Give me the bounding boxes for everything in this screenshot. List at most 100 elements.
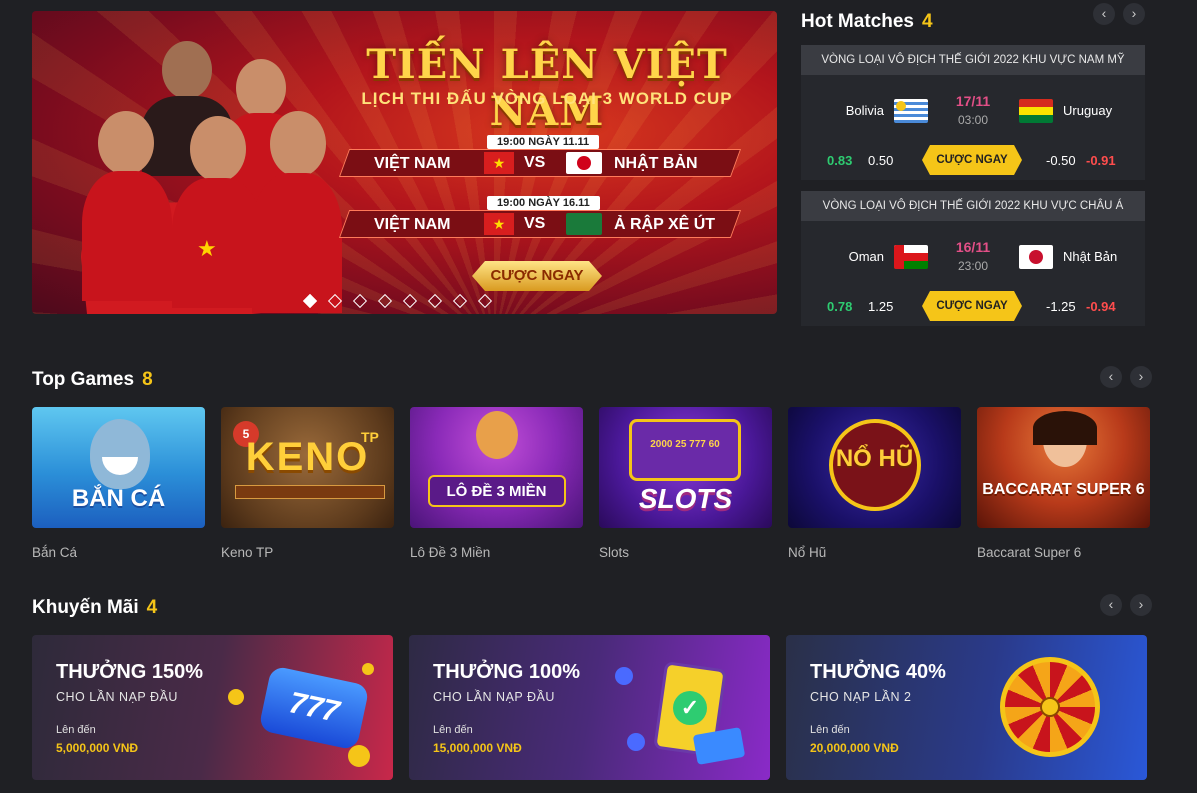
match-home-team: Oman	[848, 249, 884, 264]
promo-amount: 15,000,000 VNĐ	[433, 741, 522, 755]
promo-upto-label: Lên đến	[433, 724, 473, 736]
game-name[interactable]: Nổ Hũ	[788, 545, 826, 560]
shark-icon	[90, 419, 150, 489]
game-card-ban-ca[interactable]: BẮN CÁ	[32, 407, 205, 528]
carousel-dot[interactable]	[402, 293, 418, 309]
schedule-home-team: VIỆT NAM	[374, 216, 451, 233]
chevron-left-icon[interactable]: ‹	[1093, 3, 1115, 25]
chevron-left-icon[interactable]: ‹	[1100, 366, 1122, 388]
carousel-dots	[302, 293, 493, 309]
match-card[interactable]: VÒNG LOẠI VÔ ĐỊCH THẾ GIỚI 2022 KHU VỰC …	[801, 191, 1145, 326]
hot-matches-title: Hot Matches 4	[801, 11, 933, 33]
carousel-dot[interactable]	[327, 293, 343, 309]
bet-now-button[interactable]: CƯỢC NGAY	[922, 145, 1022, 175]
check-icon: ✓	[673, 691, 707, 725]
japan-flag-icon	[566, 152, 602, 174]
game-name[interactable]: Lô Đề 3 Miền	[410, 545, 490, 560]
promo-amount: 5,000,000 VNĐ	[56, 741, 139, 755]
carousel-dot[interactable]	[452, 293, 468, 309]
game-card-baccarat-super-6[interactable]: BACCARAT SUPER 6	[977, 407, 1150, 528]
top-games-nav: ‹ ›	[1100, 366, 1152, 388]
saudi-flag-icon	[566, 213, 602, 235]
schedule-row-2: 19:00 NGÀY 16.11 VIỆT NAM ★ VS Ả RẬP XÊ …	[338, 196, 742, 240]
carousel-dot[interactable]	[427, 293, 443, 309]
bolivia-flag-icon	[1019, 99, 1053, 123]
schedule-away-team: Ả RẬP XÊ ÚT	[614, 216, 716, 233]
game-art-title: BACCARAT SUPER 6	[982, 481, 1145, 498]
carousel-dot[interactable]	[302, 293, 318, 309]
vietnam-flag-icon: ★	[484, 213, 514, 235]
away-odds[interactable]: -0.94	[1086, 299, 1116, 314]
match-card[interactable]: VÒNG LOẠI VÔ ĐỊCH THẾ GIỚI 2022 KHU VỰC …	[801, 45, 1145, 180]
away-odds[interactable]: -0.91	[1086, 153, 1116, 168]
away-handicap: -1.25	[1046, 299, 1076, 314]
banner-title: TIẾN LÊN VIỆT NAM	[366, 41, 728, 135]
schedule-away-team: NHẬT BẢN	[614, 155, 698, 172]
carousel-dot[interactable]	[352, 293, 368, 309]
match-time: 03:00	[957, 113, 989, 127]
home-odds[interactable]: 0.78	[827, 299, 852, 314]
match-away-team: Uruguay	[1063, 103, 1113, 118]
schedule-time: 19:00 NGÀY 11.11	[487, 135, 600, 149]
god-of-wealth-icon	[476, 411, 518, 459]
game-card-no-hu[interactable]: NỔ HŨ	[788, 407, 961, 528]
chevron-right-icon[interactable]: ›	[1123, 3, 1145, 25]
game-name[interactable]: Baccarat Super 6	[977, 545, 1081, 560]
promo-title: THƯỞNG 100%	[433, 661, 581, 683]
match-home-team: Bolivia	[845, 103, 884, 118]
schedule-vs: VS	[524, 154, 546, 171]
game-card-slots[interactable]: 2000 25 777 60 SLOTS	[599, 407, 772, 528]
japan-flag-icon	[1019, 245, 1053, 269]
home-handicap: 1.25	[868, 299, 894, 314]
hero-banner[interactable]: ★ TIẾN LÊN VIỆT NAM LỊCH THI ĐẤU VÒNG LO…	[32, 11, 777, 314]
promotions-count: 4	[146, 597, 158, 618]
vietnam-flag-icon: ★	[484, 152, 514, 174]
promotions-nav: ‹ ›	[1100, 594, 1152, 616]
game-card-keno-tp[interactable]: 5 KENO TP	[221, 407, 394, 528]
promotions-title: Khuyến Mãi 4	[32, 597, 157, 619]
chevron-right-icon[interactable]: ›	[1130, 594, 1152, 616]
hot-matches-count: 4	[921, 11, 933, 32]
promo-card[interactable]: THƯỞNG 40% CHO NẠP LẦN 2 Lên đến 20,000,…	[786, 635, 1147, 780]
hot-matches-nav: ‹ ›	[1093, 3, 1145, 25]
game-art-sup: TP	[361, 429, 379, 445]
top-games-label: Top Games	[32, 369, 135, 390]
bet-now-button[interactable]: CƯỢC NGAY	[922, 291, 1022, 321]
schedule-home-team: VIỆT NAM	[374, 155, 451, 172]
slot-reel-values: 2000 25 777 60	[650, 439, 720, 450]
carousel-dot[interactable]	[477, 293, 493, 309]
game-art-title: BẮN CÁ	[71, 485, 166, 512]
game-art-title: SLOTS	[638, 483, 733, 514]
promo-upto-label: Lên đến	[810, 724, 850, 736]
match-time: 23:00	[957, 259, 989, 273]
promo-upto-label: Lên đến	[56, 724, 96, 736]
uruguay-flag-icon	[894, 99, 928, 123]
promo-subtitle: CHO LẦN NẠP ĐẦU	[56, 690, 178, 704]
chevron-right-icon[interactable]: ›	[1130, 366, 1152, 388]
top-games-count: 8	[142, 369, 153, 390]
carousel-dot[interactable]	[377, 293, 393, 309]
match-league: VÒNG LOẠI VÔ ĐỊCH THẾ GIỚI 2022 KHU VỰC …	[801, 191, 1145, 221]
game-card-lo-de-3-mien[interactable]: LÔ ĐỀ 3 MIỀN	[410, 407, 583, 528]
promo-card[interactable]: THƯỞNG 100% CHO LẦN NẠP ĐẦU Lên đến 15,0…	[409, 635, 770, 780]
home-odds[interactable]: 0.83	[827, 153, 852, 168]
oman-flag-icon	[894, 245, 928, 269]
slot-machine-icon: 777	[258, 665, 370, 751]
banner-players-art: ★	[72, 31, 372, 314]
match-date: 17/11	[955, 93, 991, 109]
promo-subtitle: CHO NẠP LẦN 2	[810, 690, 912, 704]
game-name[interactable]: Keno TP	[221, 545, 273, 560]
promo-title: THƯỞNG 150%	[56, 661, 204, 683]
promo-title: THƯỞNG 40%	[810, 661, 946, 683]
match-league: VÒNG LOẠI VÔ ĐỊCH THẾ GIỚI 2022 KHU VỰC …	[801, 45, 1145, 75]
game-art-title: NỔ HŨ	[835, 445, 914, 472]
game-name[interactable]: Bắn Cá	[32, 545, 77, 560]
match-away-team: Nhật Bản	[1063, 249, 1118, 264]
match-date: 16/11	[955, 239, 991, 255]
home-handicap: 0.50	[868, 153, 894, 168]
game-name[interactable]: Slots	[599, 545, 629, 560]
schedule-vs: VS	[524, 215, 546, 232]
promo-card[interactable]: THƯỞNG 150% CHO LẦN NẠP ĐẦU Lên đến 5,00…	[32, 635, 393, 780]
banner-bet-button[interactable]: CƯỢC NGAY	[472, 261, 602, 291]
chevron-left-icon[interactable]: ‹	[1100, 594, 1122, 616]
